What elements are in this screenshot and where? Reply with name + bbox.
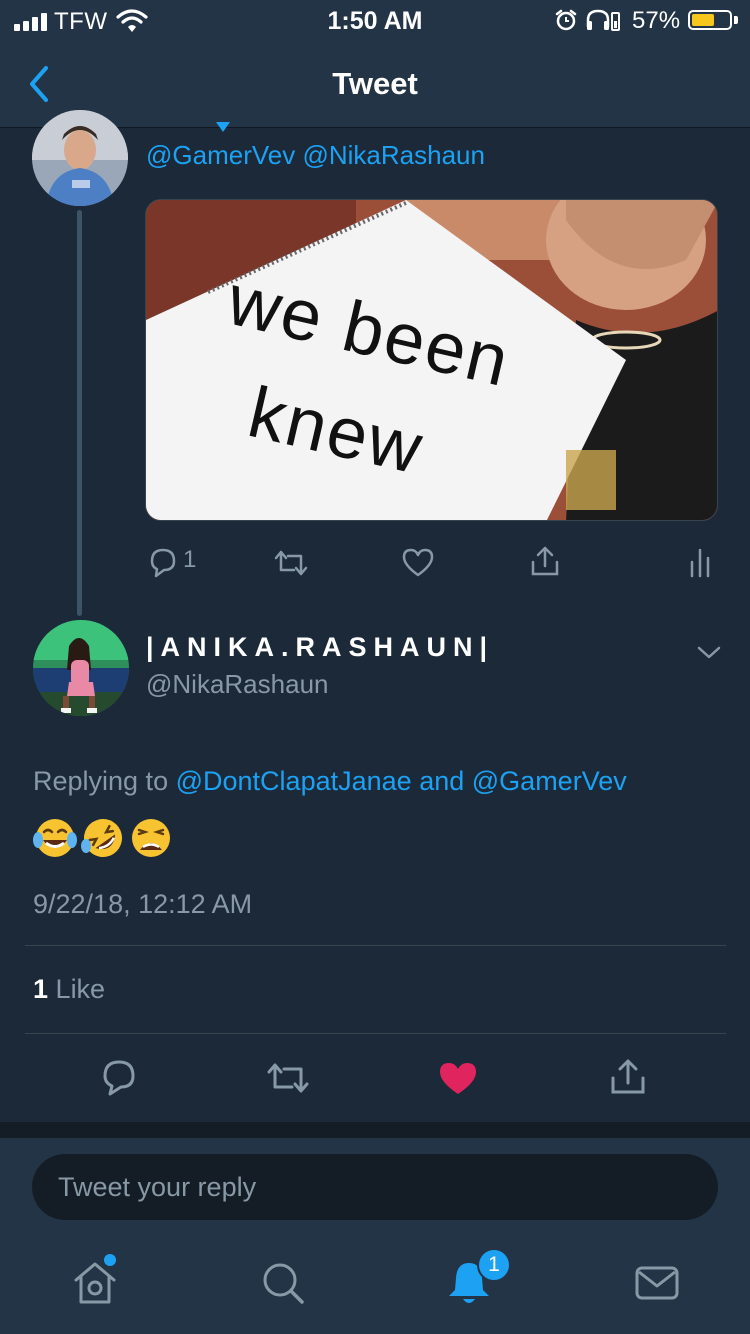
tweet-media-image[interactable]: we been knew — [145, 199, 718, 521]
liked-heart-icon[interactable] — [438, 1060, 478, 1096]
home-icon[interactable] — [70, 1258, 120, 1308]
chevron-left-icon[interactable] — [24, 62, 54, 106]
replying-prefix: Replying to — [33, 766, 169, 796]
section-separator — [0, 1122, 750, 1138]
replying-to-line: Replying to @DontClapatJanae and @GamerV… — [33, 766, 627, 797]
mention-link[interactable]: @GamerVev — [146, 140, 295, 170]
tears-of-joy-emoji — [33, 819, 77, 857]
unread-dot — [104, 1254, 116, 1266]
messages-icon[interactable] — [632, 1258, 682, 1308]
avatar[interactable] — [33, 620, 129, 716]
page-title: Tweet — [332, 66, 418, 101]
like-count: 1 — [33, 974, 49, 1004]
thread-line — [77, 210, 82, 616]
reply-icon[interactable] — [99, 1058, 139, 1096]
avatar[interactable] — [32, 110, 128, 206]
mention-link[interactable]: @GamerVev — [472, 766, 627, 796]
verified-badge-icon — [216, 122, 230, 132]
chevron-down-icon[interactable] — [695, 640, 723, 664]
headphones-icon — [586, 9, 620, 31]
display-name[interactable]: |ANIKA.RASHAUN| — [146, 632, 494, 663]
battery-tip — [734, 16, 738, 24]
retweet-icon[interactable] — [272, 548, 310, 578]
likes-summary[interactable]: 1 Like — [33, 974, 105, 1005]
user-handle[interactable]: @NikaRashaun — [146, 669, 328, 700]
reply-icon[interactable] — [146, 546, 180, 578]
like-icon[interactable] — [401, 546, 435, 578]
like-label: Like — [55, 974, 106, 1004]
search-icon[interactable] — [258, 1258, 308, 1308]
tweet-timestamp: 9/22/18, 12:12 AM — [33, 889, 253, 919]
share-icon[interactable] — [528, 544, 562, 578]
reply-count: 1 — [183, 546, 197, 573]
tweet-body-emojis — [33, 819, 170, 857]
mention-link[interactable]: @NikaRashaun — [302, 140, 484, 170]
retweet-icon[interactable] — [265, 1060, 311, 1096]
divider — [25, 945, 726, 946]
replying-and[interactable]: and — [419, 766, 464, 796]
battery-percent: 57% — [632, 7, 681, 34]
signal-bars-icon — [14, 13, 48, 31]
share-icon[interactable] — [608, 1056, 648, 1096]
analytics-icon[interactable] — [688, 546, 712, 578]
divider — [25, 1033, 726, 1034]
reply-input[interactable] — [32, 1154, 718, 1220]
weary-face-emoji — [132, 819, 170, 857]
wifi-icon — [116, 9, 148, 32]
rofl-emoji — [84, 819, 122, 857]
alarm-icon — [555, 9, 577, 31]
status-time: 1:50 AM — [327, 7, 423, 35]
tweet-mentions: @GamerVev @NikaRashaun — [146, 140, 485, 171]
battery-icon — [688, 10, 732, 30]
mention-link[interactable]: @DontClapatJanae — [176, 766, 412, 796]
carrier-name: TFW — [54, 8, 108, 35]
notification-badge: 1 — [477, 1248, 511, 1282]
